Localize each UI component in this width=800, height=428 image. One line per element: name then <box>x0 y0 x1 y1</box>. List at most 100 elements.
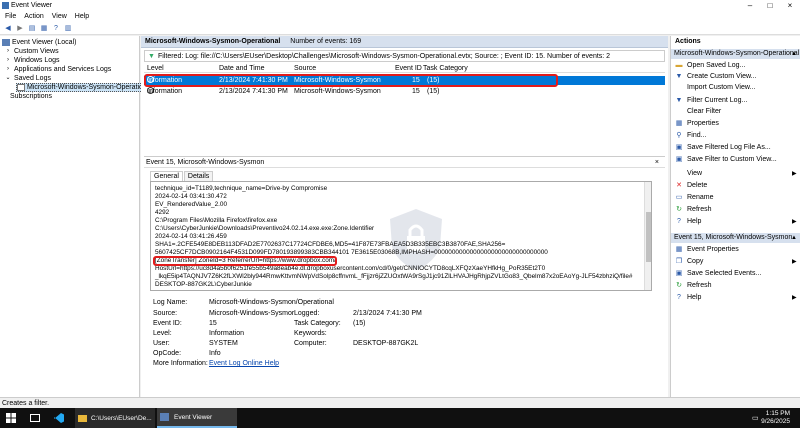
tree-item-subscriptions[interactable]: Subscriptions <box>10 92 52 101</box>
prop-event-id: 15 <box>209 320 217 327</box>
highlight-box <box>144 74 558 87</box>
vscode-button[interactable] <box>54 408 64 428</box>
chevron-down-icon[interactable]: ⌄ <box>4 75 12 82</box>
action-import-custom-view[interactable]: Import Custom View... <box>674 83 755 93</box>
action-save-selected-events[interactable]: ▣ Save Selected Events... <box>674 269 762 279</box>
chevron-up-icon[interactable]: ▲ <box>791 233 797 243</box>
window-title: Event Viewer <box>11 2 53 9</box>
forward-icon[interactable]: ▶ <box>15 24 25 33</box>
action-delete[interactable]: ✕ Delete <box>674 181 707 191</box>
col-level[interactable]: Level <box>147 64 164 73</box>
properties-icon[interactable]: ▦ <box>39 24 49 33</box>
task-view-button[interactable] <box>30 408 40 428</box>
filter-icon: ▼ <box>675 97 683 104</box>
menu-file[interactable]: File <box>5 13 16 20</box>
help-icon[interactable]: ? <box>51 24 61 33</box>
action-rename[interactable]: ▭ Rename <box>674 193 714 203</box>
close-button[interactable]: × <box>780 0 800 11</box>
back-icon[interactable]: ◀ <box>3 24 13 33</box>
filter-icon: ▼ <box>148 52 155 60</box>
taskbar-event-viewer[interactable]: Event Viewer <box>157 408 237 428</box>
actions-section-event[interactable]: Event 15, Microsoft-Windows-Sysmon ▲ <box>671 233 800 243</box>
action-open-saved-log[interactable]: ▬ Open Saved Log... <box>674 61 746 71</box>
prop-task-category: (15) <box>353 320 366 327</box>
action-save-filtered-log[interactable]: ▣ Save Filtered Log File As... <box>674 143 771 153</box>
tree-root[interactable]: Event Viewer (Local) <box>2 38 76 47</box>
event-viewer-icon <box>160 413 169 421</box>
system-clock[interactable]: 1:15 PM 9/26/2025 <box>761 410 790 426</box>
chevron-up-icon[interactable]: ▲ <box>791 49 797 59</box>
rename-icon: ▭ <box>675 194 683 201</box>
action-refresh-event[interactable]: ↻ Refresh <box>674 281 711 291</box>
action-clear-filter[interactable]: Clear Filter <box>674 107 721 117</box>
col-date[interactable]: Date and Time <box>219 64 265 73</box>
event-log-online-help-link[interactable]: Event Log Online Help <box>209 359 279 368</box>
start-button[interactable] <box>6 408 16 428</box>
menu-view[interactable]: View <box>52 13 67 20</box>
shield-watermark-icon <box>390 209 442 270</box>
app-icon <box>2 2 9 9</box>
clock-date: 9/26/2025 <box>761 418 790 425</box>
action-event-properties[interactable]: ▦ Event Properties <box>674 245 739 255</box>
events-column-header: Level Date and Time Source Event ID Task… <box>144 64 665 73</box>
taskbar-explorer[interactable]: C:\Users\EUser\De... <box>75 408 155 428</box>
toolbar: ◀ ▶ ▤ ▦ ? ▥ <box>0 22 800 35</box>
action-help[interactable]: ? Help ▶ <box>674 217 797 227</box>
filter-text: Filtered: Log: file://C:\Users\EUser\Des… <box>158 52 611 60</box>
action-save-filter-custom-view[interactable]: ▣ Save Filter to Custom View... <box>674 155 777 165</box>
save-icon: ▣ <box>675 144 683 151</box>
prop-logged: 2/13/2024 7:41:30 PM <box>353 310 422 317</box>
menu-help[interactable]: Help <box>75 13 89 20</box>
actions-section-log[interactable]: Microsoft-Windows-Sysmon-Operational ▲ <box>671 49 800 59</box>
filter-icon: ▼ <box>675 73 683 80</box>
menu-action[interactable]: Action <box>24 13 43 20</box>
event-count: Number of events: 169 <box>290 38 362 45</box>
tree-item-saved-logs[interactable]: ⌄ Saved Logs <box>4 74 51 83</box>
task-view-icon <box>30 414 40 422</box>
action-create-custom-view[interactable]: ▼ Create Custom View... <box>674 72 757 82</box>
actions-pane: Actions Microsoft-Windows-Sysmon-Operati… <box>670 36 800 397</box>
chevron-right-icon[interactable]: › <box>4 66 12 73</box>
chevron-right-icon[interactable]: › <box>4 57 12 64</box>
log-icon <box>17 84 25 91</box>
chevron-right-icon[interactable]: › <box>4 48 12 55</box>
action-filter-current-log[interactable]: ▼ Filter Current Log... <box>674 96 748 106</box>
action-help-event[interactable]: ? Help ▶ <box>674 293 797 303</box>
prop-level: Information <box>209 330 245 337</box>
menu-bar: File Action View Help <box>0 11 800 22</box>
tree-item-app-services-logs[interactable]: › Applications and Services Logs <box>4 65 111 74</box>
description-line: technique_id=T1189,technique_name=Drive-… <box>155 185 328 192</box>
scrollbar-thumb[interactable] <box>646 212 651 262</box>
save-filter-icon: ▣ <box>675 156 683 163</box>
minimize-button[interactable]: – <box>740 0 760 11</box>
action-properties[interactable]: ▦ Properties <box>674 119 719 129</box>
maximize-button[interactable]: □ <box>760 0 780 11</box>
prop-user: SYSTEM <box>209 340 238 347</box>
col-event-id[interactable]: Event ID <box>395 64 422 73</box>
close-icon[interactable]: × <box>655 157 659 168</box>
action-refresh[interactable]: ↻ Refresh <box>674 205 711 215</box>
action-view[interactable]: View ▶ <box>674 169 797 179</box>
network-icon[interactable]: ▭ <box>752 408 759 428</box>
description-line: C:\Users\CyberJunkie\Downloads\Preventiv… <box>155 225 375 232</box>
refresh-icon: ↻ <box>676 206 682 213</box>
center-pane: Microsoft-Windows-Sysmon-Operational Num… <box>141 36 668 397</box>
tab-general[interactable]: General <box>150 171 183 181</box>
description-scrollbar[interactable] <box>644 182 651 290</box>
tree-item-windows-logs[interactable]: › Windows Logs <box>4 56 60 65</box>
col-source[interactable]: Source <box>294 64 316 73</box>
event-viewer-window: Event Viewer – □ × File Action View Help… <box>0 0 800 408</box>
tree-item-sysmon-log[interactable]: Microsoft-Windows-Sysmon-Operational <box>16 83 156 92</box>
show-hide-tree-icon[interactable]: ▤ <box>27 24 37 33</box>
tree-item-custom-views[interactable]: › Custom Views <box>4 47 59 56</box>
action-find[interactable]: ⚲ Find... <box>674 131 706 141</box>
prop-source: Microsoft-Windows-Sysmor <box>209 310 295 317</box>
event-row[interactable]: i Information 2/13/2024 7:41:30 PM Micros… <box>144 87 665 96</box>
action-copy[interactable]: ❐ Copy ▶ <box>674 257 797 267</box>
properties-icon: ▦ <box>675 120 683 127</box>
event-description[interactable]: technique_id=T1189,technique_name=Drive-… <box>150 181 652 291</box>
col-task[interactable]: Task Category <box>423 64 468 73</box>
status-bar: Creates a filter. <box>0 397 800 408</box>
tab-details[interactable]: Details <box>183 171 214 181</box>
show-action-pane-icon[interactable]: ▥ <box>63 24 73 33</box>
